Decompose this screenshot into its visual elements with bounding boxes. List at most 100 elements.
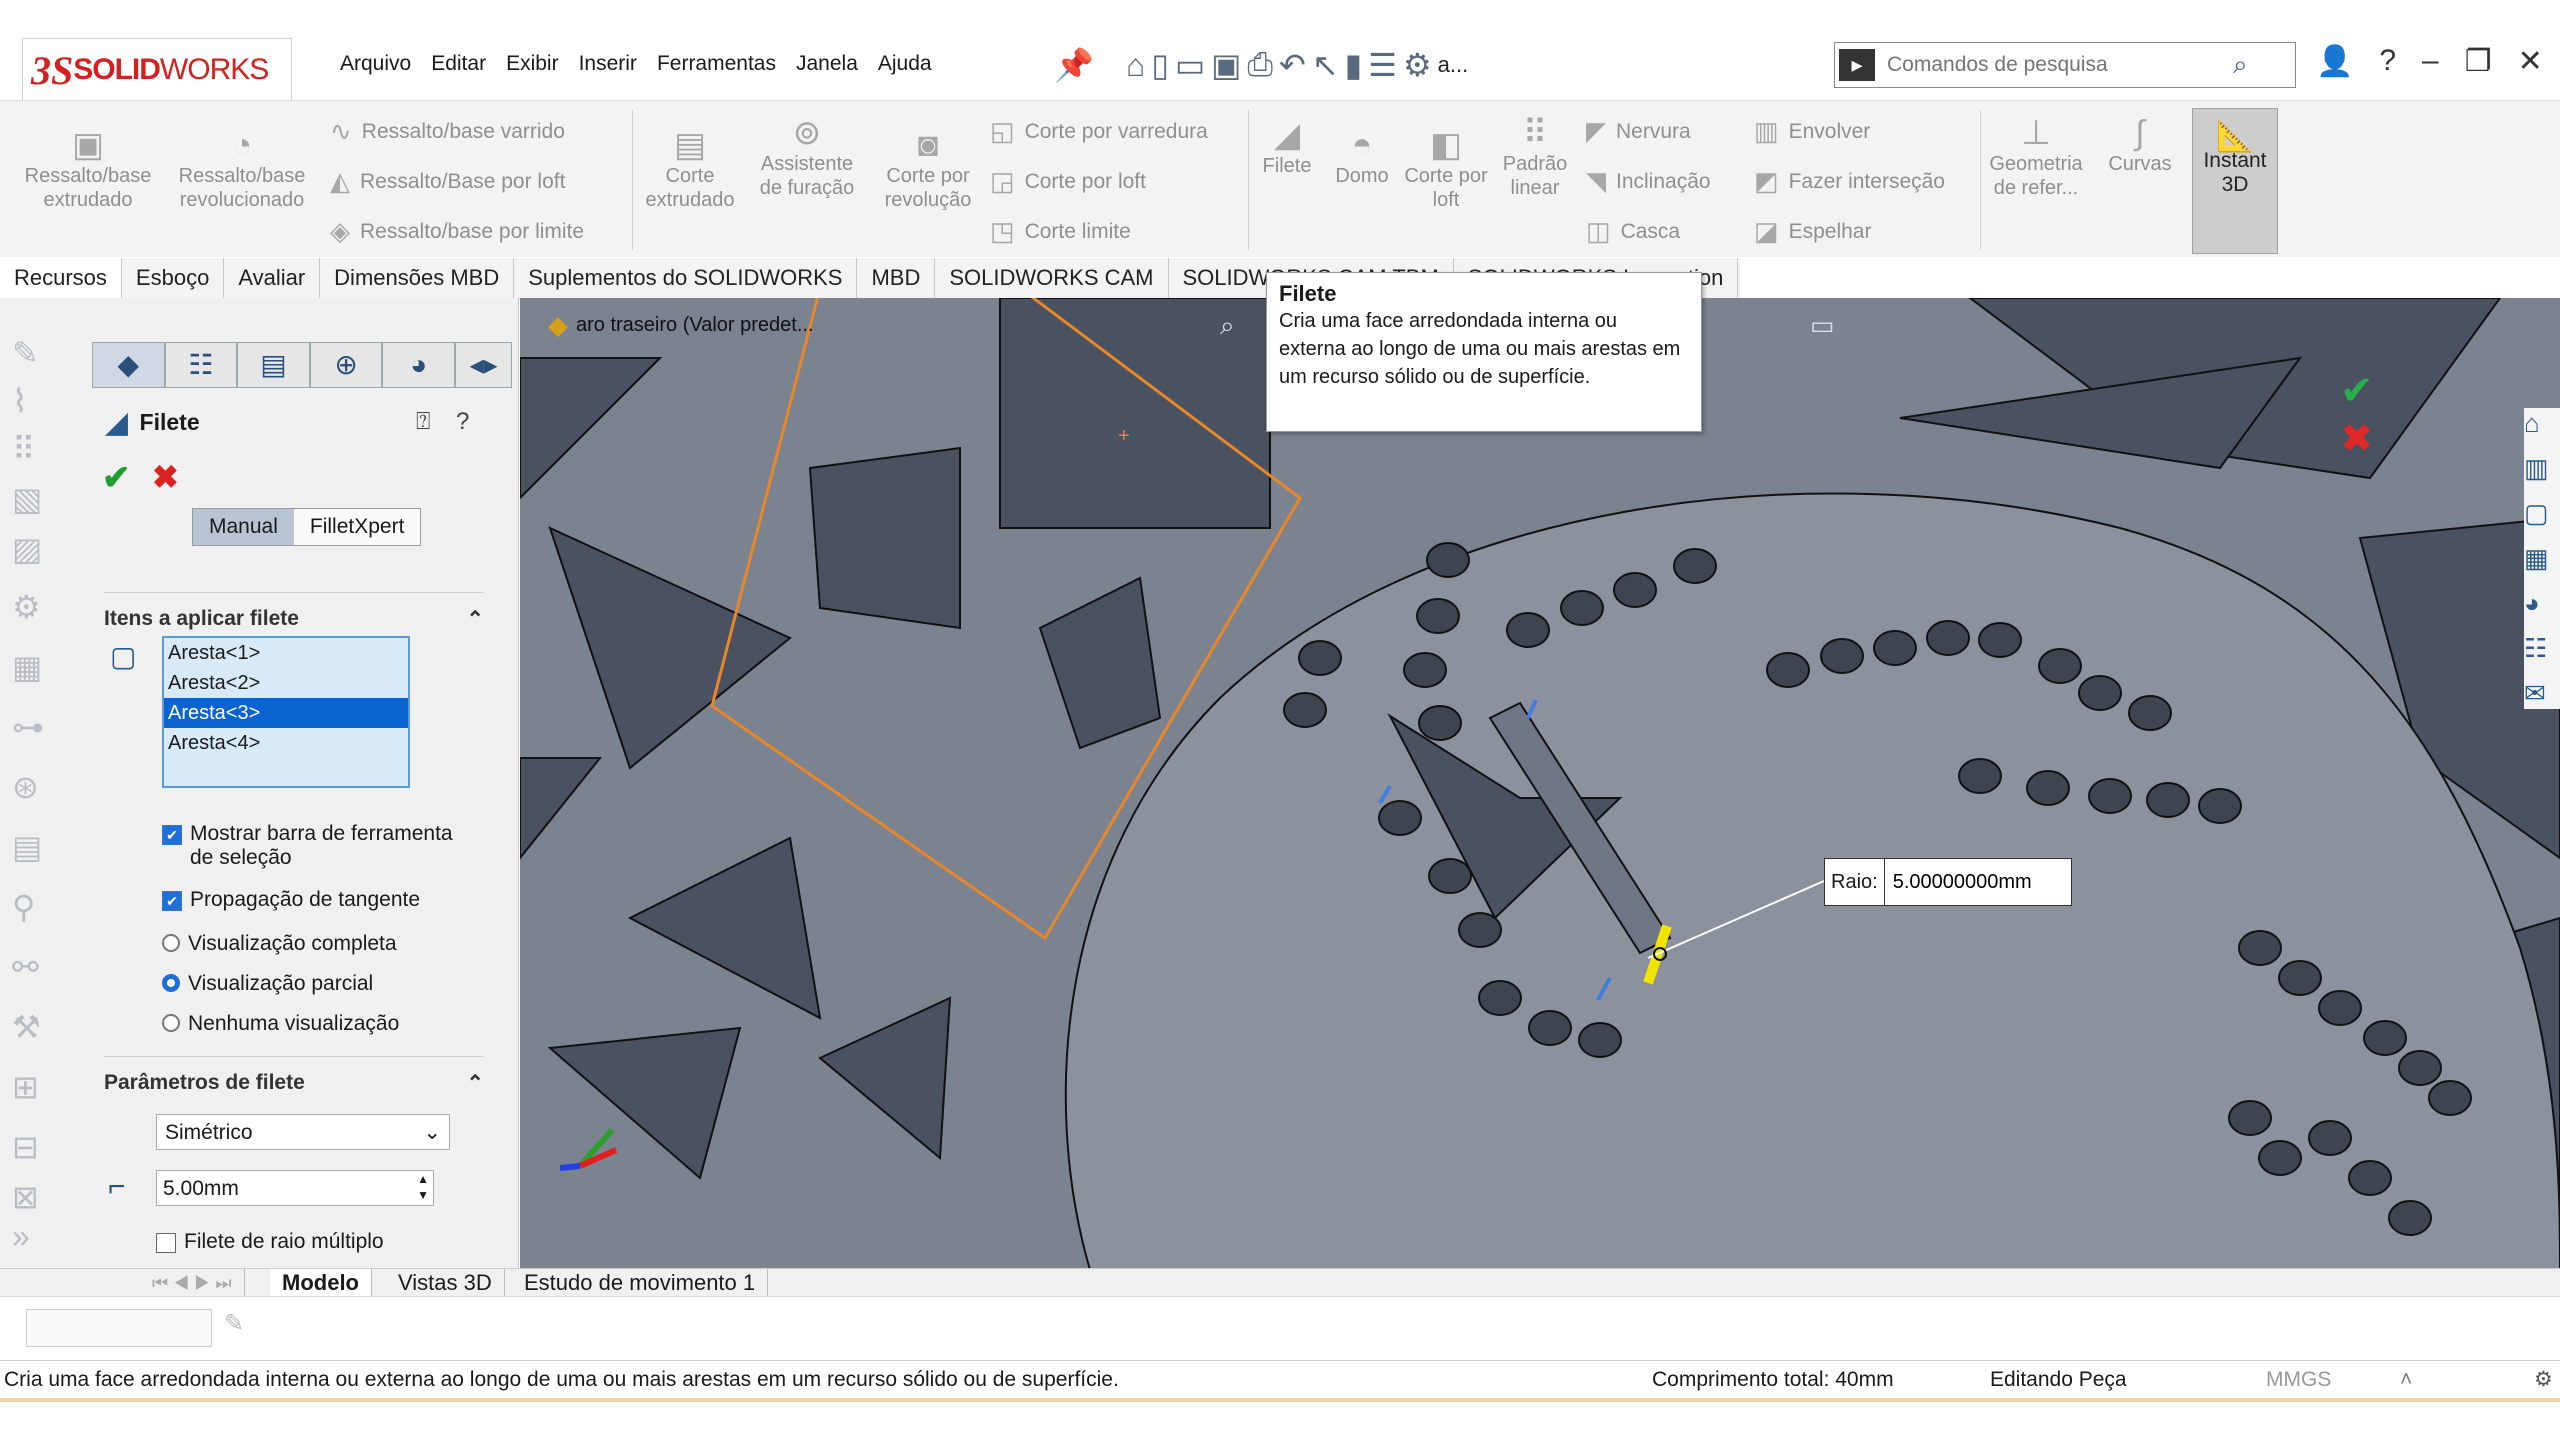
instant-3d-button[interactable]: 📐 Instant 3D — [2192, 108, 2278, 254]
solidworks-logo[interactable]: 3S SOLIDWORKS — [22, 38, 292, 102]
full-preview-option[interactable]: Visualização completa — [162, 932, 397, 956]
list-item[interactable]: Aresta<4> — [164, 728, 408, 758]
property-manager-tab-icon[interactable]: ☷ — [164, 342, 238, 388]
multi-radius-option[interactable]: Filete de raio múltiplo — [156, 1230, 384, 1254]
gear-cog-icon[interactable]: ⚙ — [12, 588, 41, 626]
search-box[interactable]: ▸ ⌕ — [1834, 42, 2296, 88]
design-library-icon[interactable]: ▥ — [2524, 453, 2560, 484]
tab-scroll-arrows-icon[interactable]: ◂▸ — [455, 342, 512, 388]
link-icon[interactable]: ⚯ — [12, 948, 39, 986]
hole-wizard-button[interactable]: ⊚ Assistente de furação — [752, 114, 862, 200]
checkbox-checked-icon[interactable]: ✔ — [162, 891, 182, 911]
appearances-icon[interactable]: ◕ — [2524, 588, 2560, 619]
configuration-manager-tab-icon[interactable]: ▤ — [237, 342, 310, 388]
extruded-cut-button[interactable]: ▤ Corte extrudado — [640, 126, 740, 212]
feature-manager-tab-icon[interactable]: ◆ — [92, 342, 165, 388]
radio-icon[interactable] — [162, 1014, 180, 1032]
menu-arquivo[interactable]: Arquivo — [330, 52, 421, 76]
radius-input[interactable]: 5.00mm ▲ ▼ — [156, 1170, 434, 1206]
tab-avaliar[interactable]: Avaliar — [224, 258, 321, 298]
pin-icon[interactable]: 📌 — [1054, 46, 1094, 84]
expand-icon[interactable]: » — [12, 1218, 30, 1255]
list-item-selected[interactable]: Aresta<3> — [164, 698, 408, 728]
notification-icon[interactable]: ⚙ — [2534, 1361, 2553, 1399]
tab-solidworks-cam[interactable]: SOLIDWORKS CAM — [935, 258, 1169, 298]
manual-mode-button[interactable]: Manual — [193, 509, 294, 545]
menu-ajuda[interactable]: Ajuda — [868, 52, 942, 76]
help-icon[interactable]: ? — [2379, 44, 2396, 79]
toolbar-overflow[interactable]: a... — [1438, 52, 1469, 78]
sketch-tool-icon[interactable]: ✎ — [12, 334, 39, 372]
swept-boss-button[interactable]: ∿ Ressalto/base varrido — [330, 116, 565, 147]
restore-icon[interactable]: ❐ — [2465, 44, 2492, 79]
tab-suplementos[interactable]: Suplementos do SOLIDWORKS — [514, 258, 858, 298]
swept-cut-button[interactable]: ◱ Corte por varredura — [990, 116, 1208, 147]
draft-button[interactable]: ◥ Inclinação — [1586, 166, 1711, 197]
select-arrow-icon[interactable]: ↖ — [1312, 46, 1339, 84]
params-section-header[interactable]: Parâmetros de filete ⌃ — [104, 1056, 484, 1096]
spinner-arrows-icon[interactable]: ▲ ▼ — [417, 1171, 429, 1203]
ok-check-icon[interactable]: ✔ — [102, 458, 131, 498]
relation-icon[interactable]: ⊛ — [12, 768, 39, 806]
graphics-area[interactable]: + ◆ aro traseiro (Valor predet... ⌕ ▭ ✔ … — [520, 298, 2560, 1270]
search-input[interactable] — [1885, 52, 2229, 78]
radio-selected-icon[interactable] — [162, 974, 180, 992]
menu-exibir[interactable]: Exibir — [496, 52, 569, 76]
linear-pattern-button[interactable]: ⠿ Padrão linear — [1492, 114, 1578, 200]
view-palette-icon[interactable]: ▦ — [2524, 543, 2560, 574]
tab-scroll-icon[interactable]: ⏮ ◀ ▶ ⏭ — [140, 1269, 245, 1297]
revolved-cut-button[interactable]: ◙ Corte por revolução — [872, 126, 984, 212]
collapse-chevron-icon[interactable]: ⌃ — [466, 1071, 484, 1096]
tab-vistas-3d[interactable]: Vistas 3D — [386, 1269, 505, 1297]
tab-esboco[interactable]: Esboço — [122, 258, 225, 298]
dimxpert-icon[interactable]: ⊟ — [12, 1128, 39, 1166]
user-icon[interactable]: 👤 — [2316, 44, 2353, 79]
shell-button[interactable]: ◫ Casca — [1586, 216, 1680, 247]
forum-icon[interactable]: ✉ — [2524, 678, 2560, 709]
menu-inserir[interactable]: Inserir — [569, 52, 647, 76]
file-properties-icon[interactable]: ☰ — [1368, 46, 1397, 84]
show-selection-toolbar-option[interactable]: ✔ Mostrar barra de ferramenta de seleção — [162, 822, 462, 870]
search-icon[interactable]: ⌕ — [2233, 49, 2248, 81]
radius-callout-input[interactable] — [1890, 869, 2055, 895]
print-icon[interactable]: ⎙ — [1247, 46, 1273, 84]
lofted-boss-button[interactable]: ◭ Ressalto/Base por loft — [330, 166, 565, 197]
save-icon[interactable]: ▣ — [1211, 46, 1241, 84]
lofted-cut-big-button[interactable]: ◧ Corte por loft — [1404, 126, 1488, 212]
table-icon[interactable]: ▤ — [12, 828, 42, 866]
status-units[interactable]: MMGS — [2266, 1361, 2331, 1399]
display-style-icon[interactable]: ▭ — [1810, 310, 1835, 341]
open-folder-icon[interactable]: ▭ — [1175, 46, 1205, 84]
home-view-icon[interactable]: ⌂ — [2524, 408, 2560, 439]
radio-icon[interactable] — [162, 934, 180, 952]
mate-icon[interactable]: ⚲ — [12, 888, 35, 926]
tab-recursos[interactable]: Recursos — [0, 258, 122, 298]
feature-tree-flyout[interactable]: ◆ aro traseiro (Valor predet... — [548, 310, 814, 341]
cancel-x-icon[interactable]: ✖ — [152, 458, 179, 496]
boundary-cut-button[interactable]: ◳ Corte limite — [990, 216, 1131, 247]
rebuild-icon[interactable]: ▮ — [1345, 46, 1363, 84]
minimize-icon[interactable]: – — [2422, 44, 2439, 79]
boundary-boss-button[interactable]: ◈ Ressalto/base por limite — [330, 216, 584, 247]
list-item[interactable]: Aresta<1> — [164, 638, 408, 668]
wrap-button[interactable]: ▥ Envolver — [1754, 116, 1870, 147]
dimension-icon[interactable]: ⊶ — [12, 708, 44, 746]
items-section-header[interactable]: Itens a aplicar filete ⌃ — [104, 592, 484, 632]
tab-modelo[interactable]: Modelo — [270, 1269, 372, 1297]
reference-geometry-button[interactable]: ⊥ Geometria de refer... — [1986, 114, 2086, 200]
filletxpert-mode-button[interactable]: FilletXpert — [293, 509, 421, 545]
close-icon[interactable]: ✕ — [2518, 44, 2543, 79]
whats-new-icon[interactable]: ⍰ — [416, 408, 430, 436]
pattern-icon[interactable]: ⠿ — [12, 430, 35, 468]
menu-janela[interactable]: Janela — [786, 52, 868, 76]
collapse-chevron-icon[interactable]: ⌃ — [466, 607, 484, 632]
help-circle-icon[interactable]: ? — [456, 408, 469, 436]
rib-button[interactable]: ◤ Nervura — [1586, 116, 1691, 147]
intersect-button[interactable]: ◩ Fazer interseção — [1754, 166, 1945, 197]
tree-icon[interactable]: ⊞ — [12, 1068, 39, 1106]
options-gear-icon[interactable]: ⚙ — [1403, 46, 1432, 84]
dome-button[interactable]: ◓ Domo — [1326, 126, 1398, 188]
layer-icon[interactable]: ▧ — [12, 480, 42, 518]
menu-editar[interactable]: Editar — [421, 52, 496, 76]
assembly-icon[interactable]: ▦ — [12, 648, 42, 686]
